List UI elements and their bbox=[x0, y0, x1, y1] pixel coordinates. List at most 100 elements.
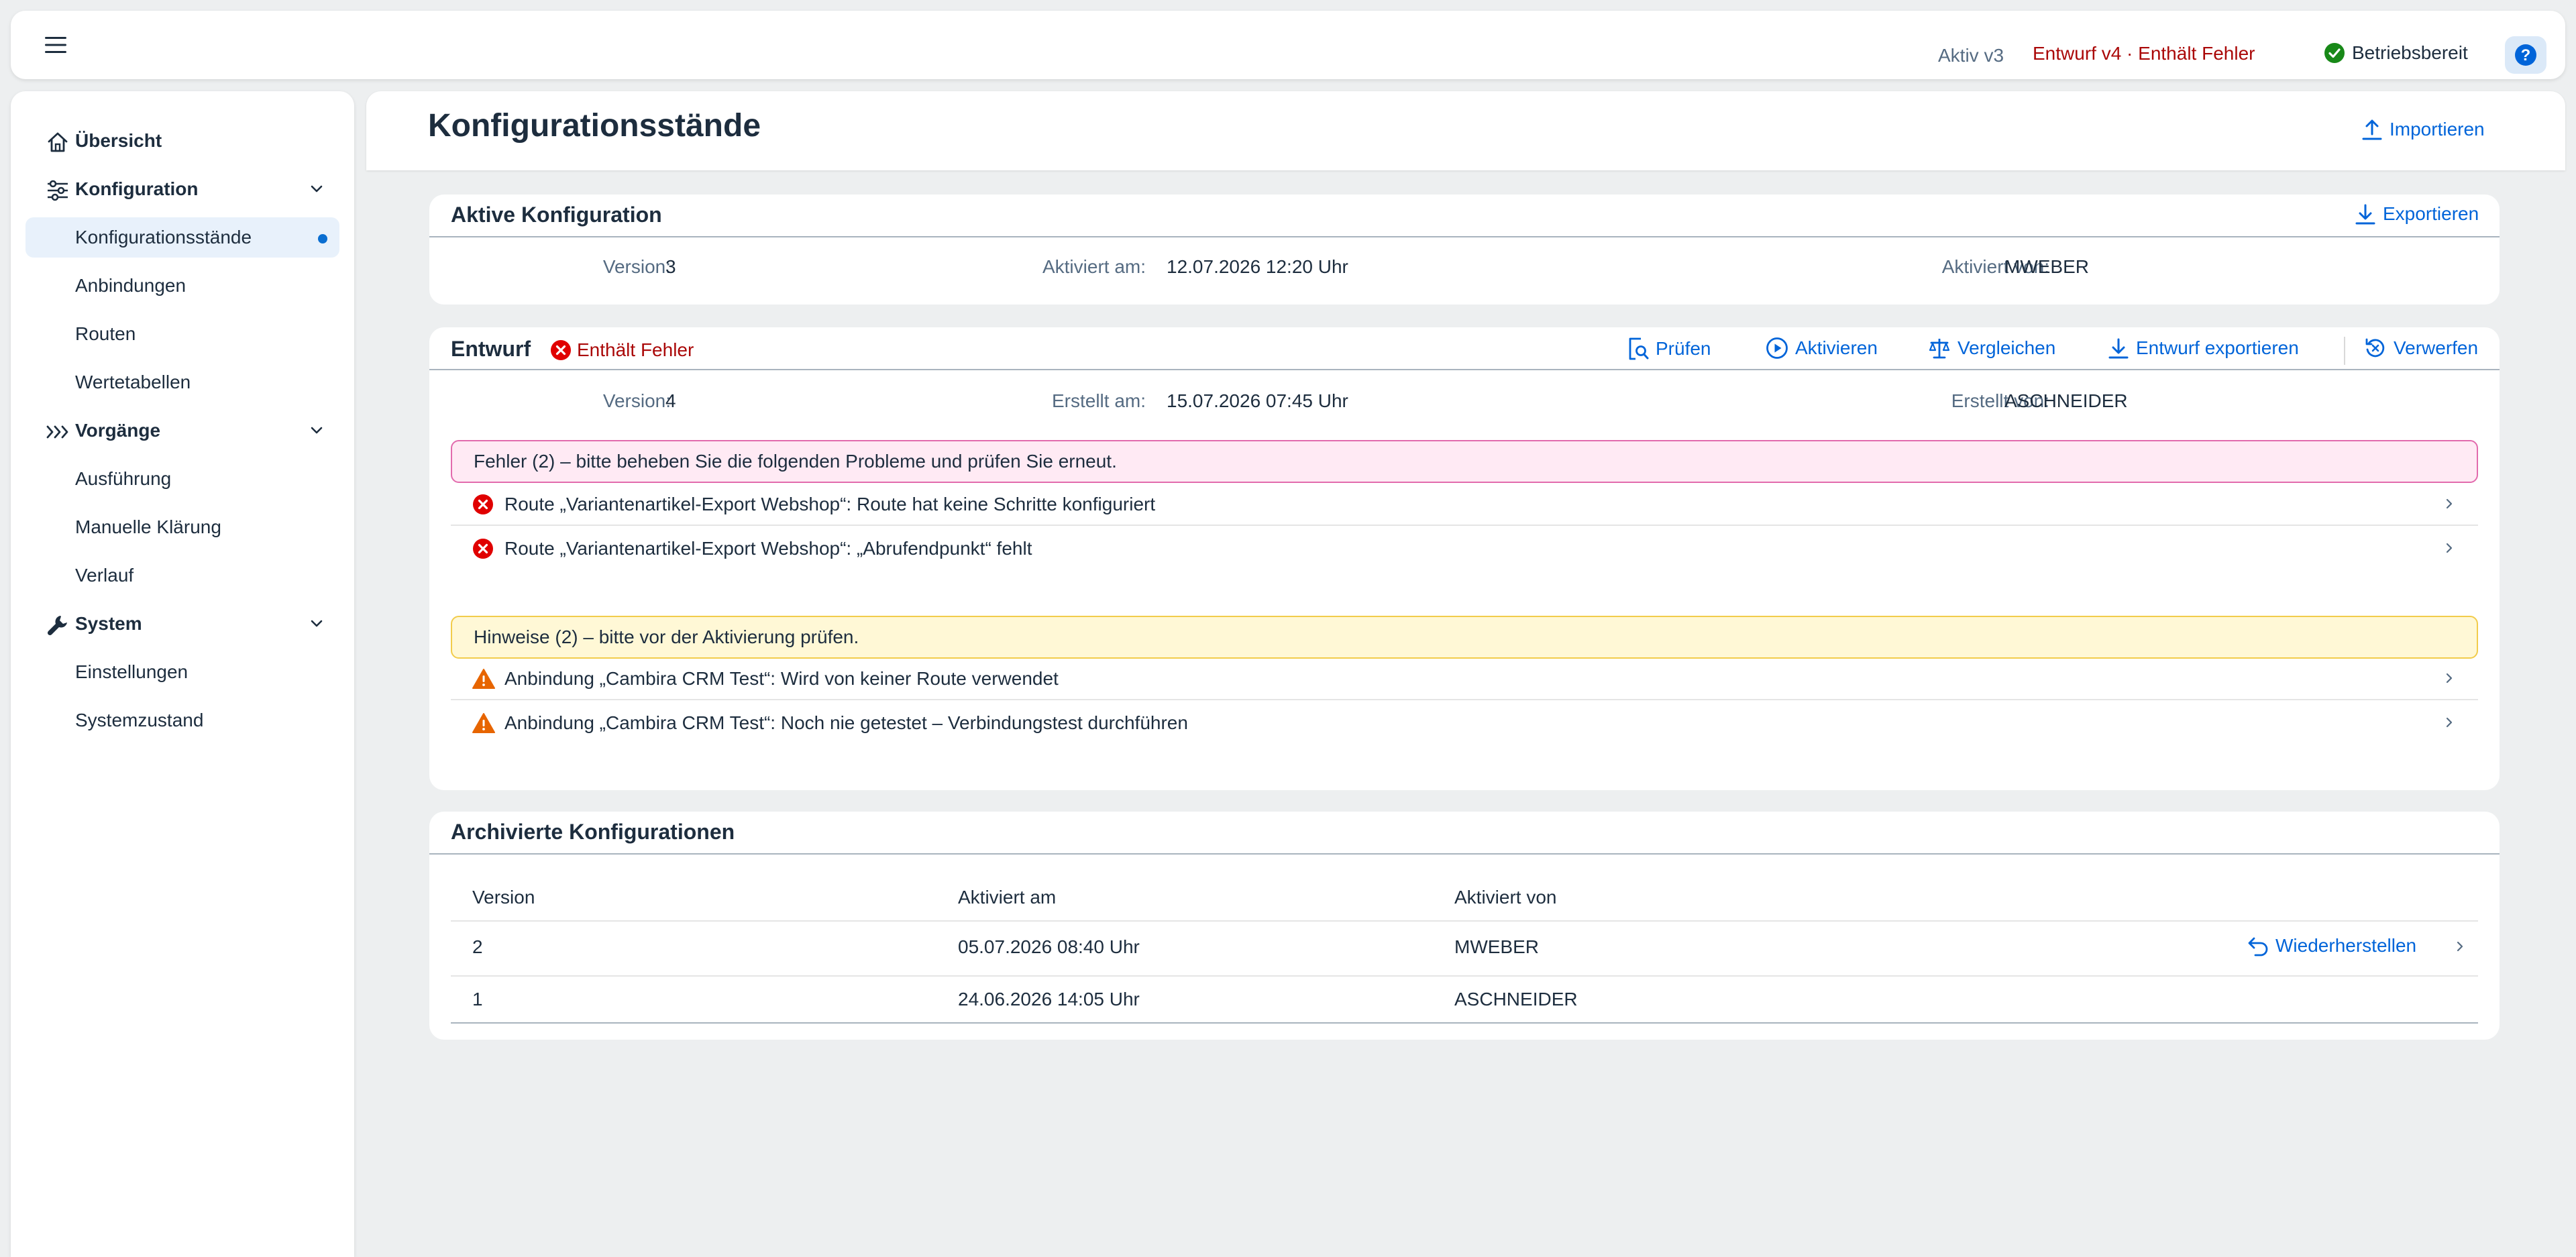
chevron-right-icon bbox=[2442, 715, 2457, 730]
discard-undo-icon bbox=[2364, 337, 2387, 360]
chevron-down-icon[interactable] bbox=[309, 423, 325, 439]
error-circle-icon bbox=[472, 494, 494, 515]
sidebar-group-system[interactable]: System bbox=[25, 604, 339, 644]
sidebar-item-label: System bbox=[75, 613, 142, 634]
error-text: Route „Variantenartikel-Export Webshop“:… bbox=[504, 538, 1032, 559]
restore-undo-icon bbox=[2246, 935, 2269, 957]
restore-label: Wiederherstellen bbox=[2275, 935, 2417, 956]
error-list-item[interactable]: Route „Variantenartikel-Export Webshop“:… bbox=[451, 526, 2478, 570]
sidebar-item-routen[interactable]: Routen bbox=[25, 314, 339, 354]
draft-status-link[interactable]: Entwurf v4 · Enthält Fehler bbox=[2033, 43, 2255, 64]
sidebar-item-anbindungen[interactable]: Anbindungen bbox=[25, 266, 339, 306]
card-header: Archivierte Konfigurationen bbox=[429, 812, 2500, 855]
discard-button[interactable]: Verwerfen bbox=[2364, 337, 2478, 360]
menu-icon bbox=[45, 36, 66, 54]
system-status[interactable]: Betriebsbereit bbox=[2324, 42, 2468, 64]
wrench-icon bbox=[46, 613, 70, 637]
home-icon bbox=[46, 130, 70, 154]
card-title: Aktive Konfiguration bbox=[451, 203, 662, 227]
sidebar-item-label: Verlauf bbox=[75, 565, 134, 586]
restore-button[interactable]: Wiederherstellen bbox=[2246, 935, 2416, 957]
sidebar-item-wertetabellen[interactable]: Wertetabellen bbox=[25, 362, 339, 402]
version-value: 4 bbox=[665, 390, 676, 411]
error-badge-label: Enthält Fehler bbox=[577, 339, 694, 360]
export-label: Exportieren bbox=[2383, 203, 2479, 224]
toolbar-separator bbox=[2344, 337, 2345, 365]
chevron-right-icon bbox=[2442, 671, 2457, 686]
table-row[interactable]: 2 05.07.2026 08:40 Uhr MWEBER Wiederhers… bbox=[451, 920, 2478, 969]
sidebar-item-label: Systemzustand bbox=[75, 710, 204, 730]
activated-at-cell: 05.07.2026 08:40 Uhr bbox=[958, 936, 1140, 957]
column-header-activated-at[interactable]: Aktiviert am bbox=[958, 887, 1056, 908]
sidebar-item-uebersicht[interactable]: Übersicht bbox=[25, 121, 339, 161]
activated-at-label: Aktiviert am: bbox=[1042, 256, 1146, 277]
active-version-label: Aktiv v3 bbox=[1938, 45, 2004, 66]
table-row[interactable]: 1 24.06.2026 14:05 Uhr ASCHNEIDER bbox=[451, 975, 2478, 1024]
check-circle-icon bbox=[2324, 42, 2345, 64]
chevron-right-icon bbox=[2442, 496, 2457, 511]
archived-configs-card: Archivierte Konfigurationen Version Akti… bbox=[429, 812, 2500, 1040]
compare-button[interactable]: Vergleichen bbox=[1928, 337, 2055, 360]
compare-scale-icon bbox=[1928, 337, 1951, 360]
sidebar-item-label: Vorgänge bbox=[75, 420, 161, 441]
sidebar-item-verlauf[interactable]: Verlauf bbox=[25, 555, 339, 596]
error-circle-icon bbox=[472, 538, 494, 559]
compare-label: Vergleichen bbox=[1957, 337, 2056, 358]
play-circle-icon bbox=[1766, 337, 1788, 360]
sidebar-item-label: Routen bbox=[75, 323, 136, 344]
created-at-label: Erstellt am: bbox=[1051, 390, 1146, 411]
sidebar-item-systemzustand[interactable]: Systemzustand bbox=[25, 700, 339, 741]
sidebar-item-label: Wertetabellen bbox=[75, 372, 191, 392]
activated-at-cell: 24.06.2026 14:05 Uhr bbox=[958, 989, 1140, 1009]
sidebar-item-manuelle-klaerung[interactable]: Manuelle Klärung bbox=[25, 507, 339, 547]
help-button[interactable]: ? bbox=[2505, 36, 2546, 74]
sidebar-item-label: Konfigurationsstände bbox=[75, 227, 252, 248]
version-label: Version: bbox=[602, 256, 671, 277]
process-chevrons-icon bbox=[46, 420, 70, 444]
card-header: Entwurf Enthält Fehler Prüfen Aktivieren… bbox=[429, 327, 2500, 370]
error-text: Route „Variantenartikel-Export Webshop“:… bbox=[504, 494, 1156, 514]
version-cell: 1 bbox=[472, 989, 483, 1009]
svg-text:?: ? bbox=[2521, 46, 2531, 64]
chevron-down-icon[interactable] bbox=[309, 181, 325, 197]
export-button[interactable]: Exportieren bbox=[2355, 203, 2479, 225]
upload-icon bbox=[2361, 118, 2383, 141]
help-icon: ? bbox=[2514, 44, 2537, 66]
page-title: Konfigurationsstände bbox=[428, 108, 761, 144]
export-draft-button[interactable]: Entwurf exportieren bbox=[2108, 337, 2299, 360]
version-label: Version: bbox=[602, 390, 671, 411]
sidebar-item-label: Konfiguration bbox=[75, 178, 199, 199]
sidebar-item-label: Übersicht bbox=[75, 130, 162, 151]
warning-list-item[interactable]: Anbindung „Cambira CRM Test“: Wird von k… bbox=[451, 656, 2478, 700]
document-search-icon bbox=[1626, 337, 1649, 361]
system-status-label: Betriebsbereit bbox=[2352, 42, 2468, 63]
download-icon bbox=[2108, 337, 2129, 360]
sidebar-item-label: Manuelle Klärung bbox=[75, 516, 221, 537]
column-header-activated-by[interactable]: Aktiviert von bbox=[1454, 887, 1557, 908]
activate-label: Aktivieren bbox=[1795, 337, 1878, 358]
draft-card: Entwurf Enthält Fehler Prüfen Aktivieren… bbox=[429, 327, 2500, 790]
version-value: 3 bbox=[665, 256, 676, 277]
card-title: Archivierte Konfigurationen bbox=[451, 820, 735, 844]
column-header-version[interactable]: Version bbox=[472, 887, 535, 908]
import-button[interactable]: Importieren bbox=[2361, 118, 2485, 141]
shell-bar: Aktiv v3 Entwurf v4 · Enthält Fehler Bet… bbox=[11, 11, 2565, 79]
activated-at-value: 12.07.2026 12:20 Uhr bbox=[1167, 256, 1348, 277]
error-list-item[interactable]: Route „Variantenartikel-Export Webshop“:… bbox=[451, 482, 2478, 526]
warning-triangle-icon bbox=[472, 712, 495, 734]
sidebar-item-konfigurationsstaende[interactable]: Konfigurationsstände bbox=[25, 217, 339, 258]
sidebar-group-konfiguration[interactable]: Konfiguration bbox=[25, 169, 339, 209]
sidebar-item-ausfuehrung[interactable]: Ausführung bbox=[25, 459, 339, 499]
warning-message-strip: Hinweise (2) – bitte vor der Aktivierung… bbox=[451, 616, 2478, 659]
sidebar-group-vorgaenge[interactable]: Vorgänge bbox=[25, 411, 339, 451]
check-button[interactable]: Prüfen bbox=[1626, 337, 1711, 361]
hamburger-menu-button[interactable] bbox=[39, 28, 72, 62]
sidebar-item-einstellungen[interactable]: Einstellungen bbox=[25, 652, 339, 692]
error-circle-icon bbox=[550, 339, 572, 361]
activated-by-cell: ASCHNEIDER bbox=[1454, 989, 1578, 1009]
sidebar-item-label: Einstellungen bbox=[75, 661, 189, 682]
error-message-strip: Fehler (2) – bitte beheben Sie die folge… bbox=[451, 440, 2478, 483]
chevron-down-icon[interactable] bbox=[309, 616, 325, 632]
activate-button[interactable]: Aktivieren bbox=[1766, 337, 1878, 360]
warning-list-item[interactable]: Anbindung „Cambira CRM Test“: Noch nie g… bbox=[451, 700, 2478, 745]
